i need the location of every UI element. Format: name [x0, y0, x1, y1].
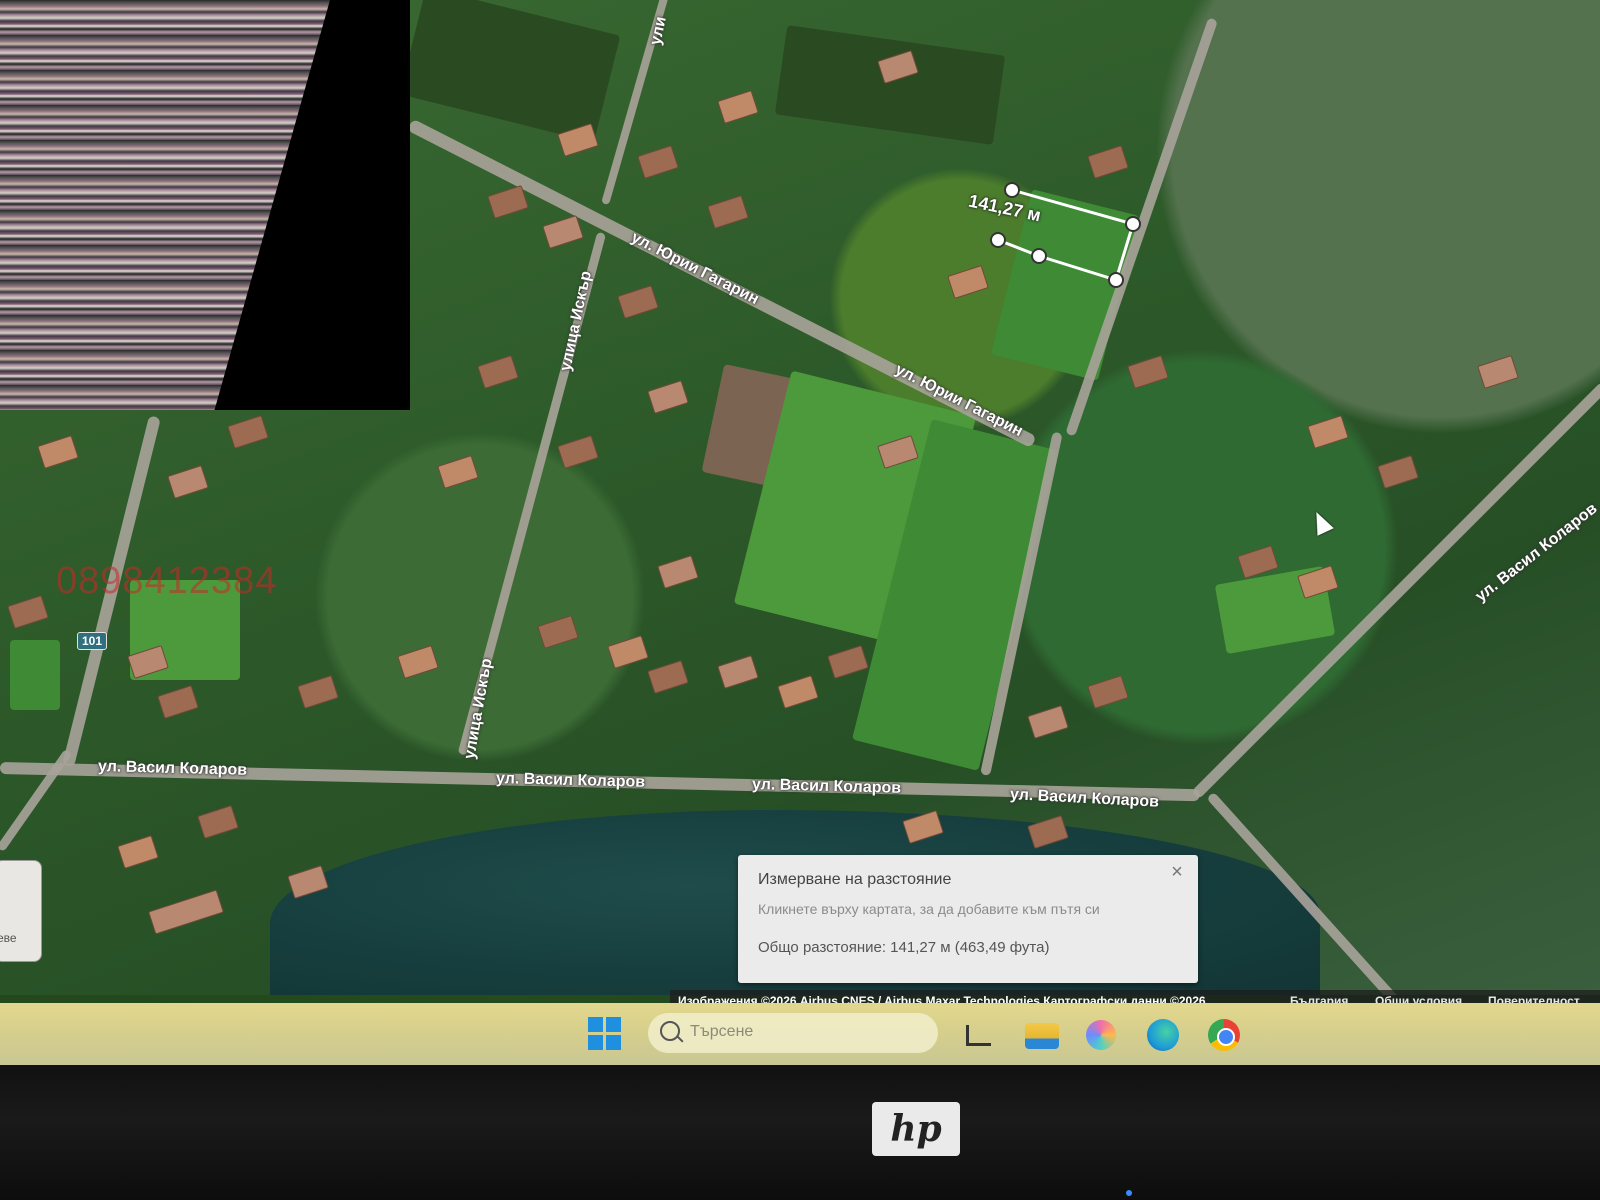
power-led [1126, 1190, 1132, 1196]
measure-panel-title: Измерване на разстояние [758, 871, 952, 888]
measure-point[interactable] [990, 232, 1006, 248]
taskbar-search-input[interactable]: Търсене [648, 1013, 938, 1053]
monitor-bezel [0, 1065, 1600, 1200]
start-logo-tile [606, 1035, 621, 1050]
layer-toggle-label: еве [0, 931, 17, 945]
task-view-icon[interactable] [960, 1017, 994, 1051]
search-icon [660, 1021, 680, 1041]
start-logo-tile [606, 1017, 621, 1032]
measure-distance-panel: × Измерване на разстояние Кликнете върху… [738, 855, 1198, 983]
windows-taskbar: Търсене [0, 1003, 1600, 1065]
search-placeholder: Търсене [690, 1023, 754, 1040]
measure-panel-total: Общо разстояние: 141,27 м (463,49 фута) [758, 939, 1050, 956]
satellite-map[interactable]: ул. Юрии Гагарин ул. Юрии Гагарин улица … [0, 0, 1600, 995]
monitor-screen: ул. Юрии Гагарин ул. Юрии Гагарин улица … [0, 0, 1600, 1065]
hp-logo: hp [872, 1102, 960, 1156]
measure-panel-hint: Кликнете върху картата, за да добавите к… [758, 901, 1100, 917]
glitch-stripes [0, 0, 330, 410]
measure-point[interactable] [1108, 272, 1124, 288]
measure-point[interactable] [1125, 216, 1141, 232]
glitch-artifact [0, 0, 410, 410]
close-icon[interactable]: × [1168, 862, 1186, 882]
start-logo-tile [588, 1035, 603, 1050]
layer-toggle-card[interactable]: еве [0, 860, 42, 962]
measure-point[interactable] [1031, 248, 1047, 264]
measure-point[interactable] [1004, 182, 1020, 198]
copilot-icon[interactable] [1086, 1020, 1116, 1050]
chrome-icon[interactable] [1208, 1019, 1240, 1051]
edge-icon[interactable] [1147, 1019, 1179, 1051]
file-explorer-icon[interactable] [1025, 1023, 1059, 1049]
start-logo-tile [588, 1017, 603, 1032]
windows-start-icon[interactable] [588, 1017, 622, 1051]
